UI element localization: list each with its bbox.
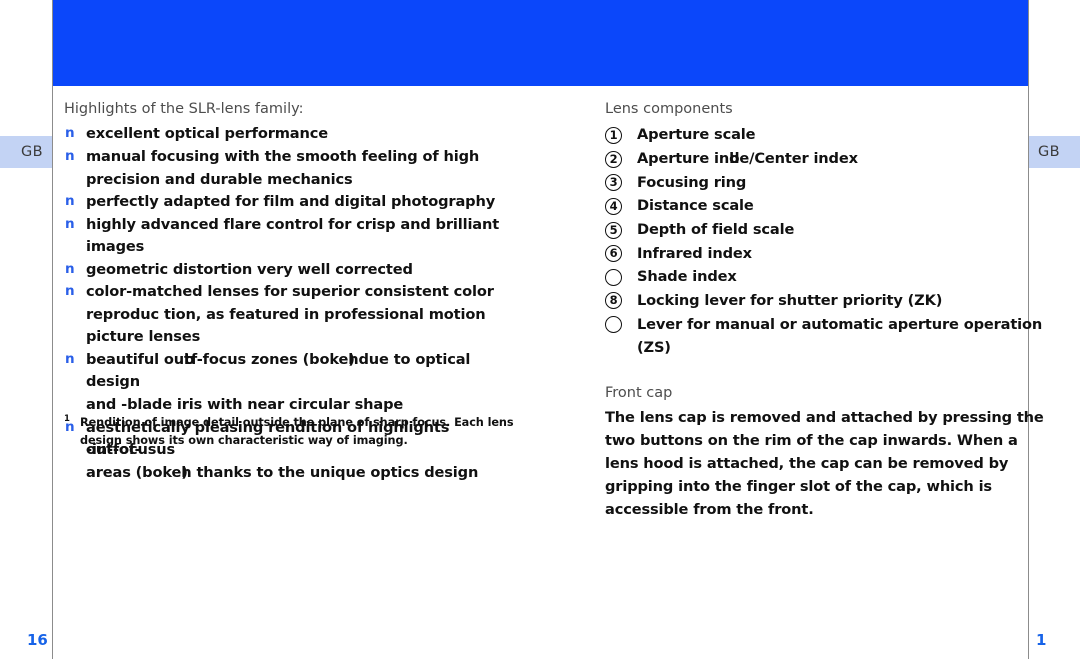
list-item: 2 Aperture ind b e/Center index — [605, 147, 1053, 171]
list-item-label: Infrared index — [637, 244, 752, 262]
list-item-label: Lever for manual or automatic aperture o… — [637, 315, 1043, 357]
list-item: 6 Infrared index — [605, 242, 1053, 266]
bullet-square-icon: n — [65, 125, 75, 142]
page-canvas: GB GB 16 1 Highlights of the SLR-lens fa… — [0, 0, 1080, 659]
lens-components-column: Lens components 1 Aperture scale 2 Apert… — [605, 98, 1053, 360]
callout-number-icon: 1 — [605, 126, 622, 144]
front-cap-section: Front cap The lens cap is removed and at… — [605, 382, 1055, 522]
list-item-label: manual focusing with the smooth feeling … — [86, 148, 480, 188]
callout-number-icon: 4 — [605, 197, 622, 215]
list-item: n geometric distortion very well correct… — [64, 259, 516, 282]
lens-components-heading: Lens components — [605, 101, 733, 117]
list-item: 1 Aperture scale — [605, 123, 1053, 147]
list-item: 3 Focusing ring — [605, 171, 1053, 195]
list-item: Shade index — [605, 265, 1053, 289]
list-item: n beautiful out b f-focus zones (bokeh) due… — [64, 349, 516, 417]
list-item: n excellent optical performance — [64, 123, 516, 146]
list-item: n color-matched lenses for superior cons… — [64, 281, 516, 349]
list-item-label: beautiful out b f-focus zones (bokeh) due t… — [86, 350, 471, 414]
callout-number-icon: 2 — [605, 150, 622, 168]
callout-number-icon: 8 — [605, 292, 622, 310]
list-item-label: perfectly adapted for film and digital p… — [86, 193, 496, 211]
lens-components-list: 1 Aperture scale 2 Aperture ind b e/Center… — [605, 123, 1053, 359]
list-item: 4 Distance scale — [605, 194, 1053, 218]
bullet-square-icon: n — [65, 283, 75, 300]
callout-number-icon — [605, 316, 622, 334]
footnote-marker: 1 — [64, 414, 70, 424]
list-item: 5 Depth of field scale — [605, 218, 1053, 242]
page-number-left: 16 — [27, 631, 48, 649]
footnote: 1 Rendition of image detail outside the … — [64, 414, 524, 449]
bullet-square-icon: n — [65, 193, 75, 210]
callout-number-icon: 5 — [605, 221, 622, 239]
callout-number-icon: 6 — [605, 245, 622, 263]
list-item: 8 Locking lever for shutter priority (ZK… — [605, 289, 1053, 313]
page-number-right: 1 — [1036, 631, 1047, 649]
list-item-label: color-matched lenses for superior consis… — [86, 283, 494, 346]
language-tab-left-label: GB — [21, 144, 43, 160]
bullet-square-icon: n — [65, 148, 75, 165]
front-cap-body: The lens cap is removed and attached by … — [605, 409, 1044, 519]
gutter-rule-left — [52, 0, 54, 659]
list-item-label: Shade index — [637, 268, 737, 286]
callout-number-icon — [605, 268, 622, 286]
callout-number-icon: 3 — [605, 174, 622, 192]
list-item-label: geometric distortion very well corrected — [86, 260, 413, 278]
list-item-label: highly advanced flare control for crisp … — [86, 215, 500, 256]
list-item: n manual focusing with the smooth feelin… — [64, 146, 516, 191]
front-cap-heading: Front cap — [605, 385, 673, 401]
list-item-label: excellent optical performance — [86, 125, 328, 143]
bullet-square-icon: n — [65, 260, 75, 277]
header-banner — [53, 0, 1028, 86]
list-item: n highly advanced flare control for cris… — [64, 214, 516, 259]
bullet-square-icon: n — [65, 350, 75, 367]
footnote-text: Rendition of image detail outside the pl… — [80, 416, 514, 447]
list-item-label: Locking lever for shutter priority (ZK) — [637, 291, 943, 309]
list-item-label: Aperture scale — [637, 126, 756, 144]
list-item-label: Depth of field scale — [637, 221, 795, 239]
language-tab-left[interactable]: GB — [0, 136, 52, 168]
list-item: Lever for manual or automatic aperture o… — [605, 313, 1053, 360]
list-item-label: Aperture ind b e/Center index — [637, 150, 858, 168]
list-item-label: Focusing ring — [637, 173, 747, 191]
list-item-label: Distance scale — [637, 197, 754, 215]
list-item: n perfectly adapted for film and digital… — [64, 191, 516, 214]
bullet-square-icon: n — [65, 215, 75, 232]
highlights-heading: Highlights of the SLR-lens family: — [64, 101, 304, 117]
